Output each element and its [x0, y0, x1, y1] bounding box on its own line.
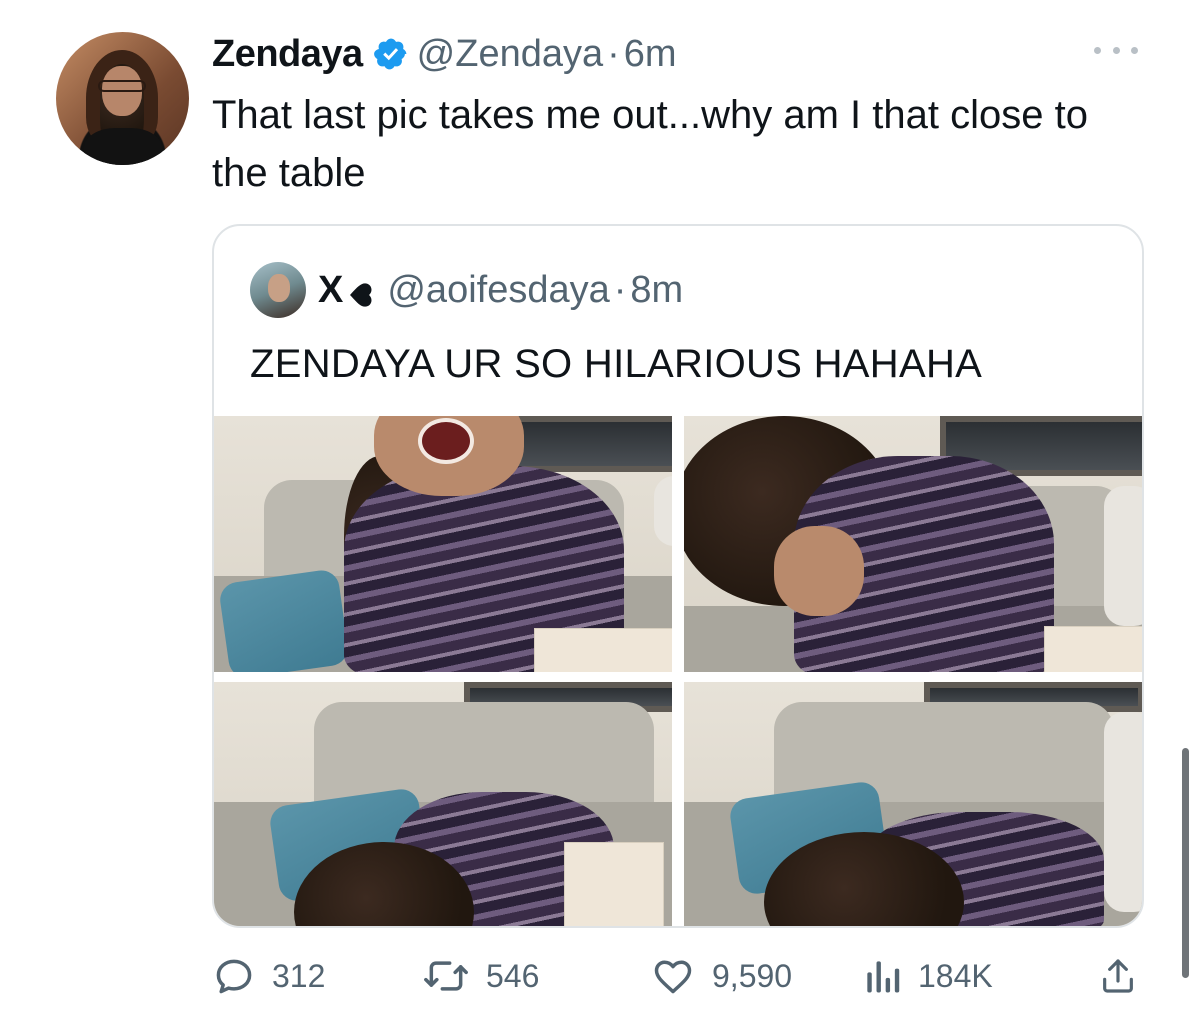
author-handle[interactable]: @Zendaya: [417, 33, 603, 76]
quote-author-avatar: [250, 262, 306, 318]
black-heart-icon: [347, 276, 375, 307]
repost-count: 546: [486, 957, 540, 994]
reply-count: 312: [272, 957, 326, 994]
views-icon: [862, 954, 902, 998]
quote-author-name: X: [318, 268, 344, 311]
quoted-tweet[interactable]: X @aoifesdaya · 8m ZENDAYA UR SO HILARIO…: [212, 224, 1144, 928]
tweet-text: That last pic takes me out...why am I th…: [212, 93, 1088, 195]
photo-2[interactable]: [684, 416, 1142, 672]
photo-1[interactable]: [214, 416, 672, 672]
quote-text: ZENDAYA UR SO HILARIOUS HAHAHA: [250, 342, 983, 386]
scrollbar[interactable]: [1182, 748, 1189, 978]
views-button[interactable]: 184K: [862, 946, 993, 1006]
photo-3[interactable]: [214, 682, 672, 926]
quote-time: 8m: [630, 268, 684, 311]
tweet-time[interactable]: 6m: [624, 33, 677, 76]
photo-4[interactable]: [684, 682, 1142, 926]
action-bar: 312 546 9,590 184K: [212, 946, 1144, 1006]
view-count: 184K: [918, 957, 993, 994]
share-icon: [1098, 954, 1138, 998]
like-button[interactable]: 9,590: [650, 946, 792, 1006]
share-button[interactable]: [1098, 946, 1138, 1006]
author-name[interactable]: Zendaya: [212, 33, 363, 76]
author-avatar[interactable]: [56, 32, 189, 165]
reply-icon: [212, 954, 256, 998]
quote-author-handle: @aoifesdaya: [387, 268, 610, 311]
quote-separator-dot: ·: [613, 268, 627, 311]
repost-button[interactable]: 546: [422, 946, 539, 1006]
photo-grid: [214, 416, 1142, 926]
tweet-header: Zendaya @Zendaya · 6m: [212, 28, 677, 80]
quote-header: X @aoifesdaya · 8m: [250, 262, 683, 318]
like-count: 9,590: [712, 957, 793, 994]
repost-icon: [422, 954, 470, 998]
verified-badge-icon: [373, 36, 409, 72]
more-icon[interactable]: [1094, 38, 1138, 62]
separator-dot: ·: [607, 32, 620, 75]
heart-icon: [650, 954, 696, 998]
reply-button[interactable]: 312: [212, 946, 325, 1006]
